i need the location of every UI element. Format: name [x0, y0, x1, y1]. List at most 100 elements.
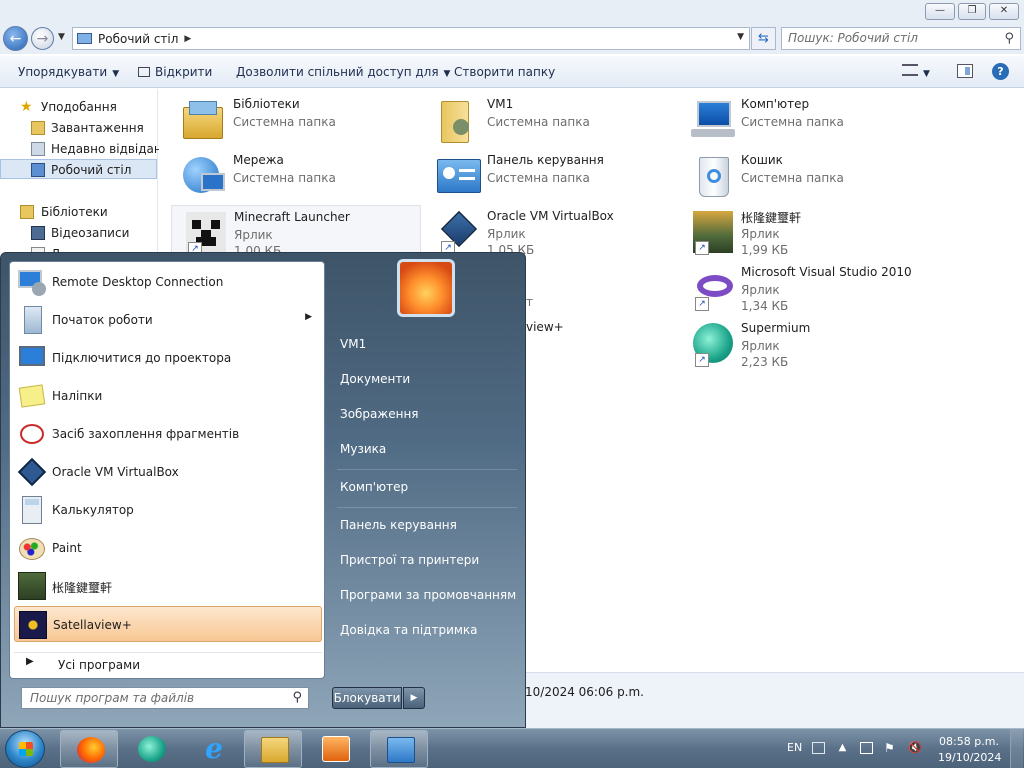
nav-item-favorites[interactable]: ★ Уподобання — [0, 97, 157, 117]
taskbar-supermium[interactable] — [122, 730, 180, 768]
start-link-default-programs[interactable]: Програми за промовчанням — [340, 588, 516, 602]
help-button[interactable]: ? — [992, 63, 1009, 80]
chevron-up-icon[interactable]: ▲ — [836, 742, 849, 754]
search-icon[interactable]: ⚲ — [292, 688, 302, 708]
program-satellaview[interactable]: Satellaview+ — [14, 606, 322, 642]
taskbar-media-player[interactable] — [306, 730, 364, 768]
libraries-icon — [179, 97, 227, 143]
refresh-icon: ⇆ — [758, 31, 769, 46]
nav-label: Завантаження — [51, 121, 144, 135]
file-item-libraries[interactable]: Бібліотеки Системна папка — [171, 93, 421, 145]
nav-label: Бібліотеки — [41, 205, 108, 219]
program-remote-desktop[interactable]: Remote Desktop Connection — [14, 264, 322, 300]
file-item-control-panel[interactable]: Панель керування Системна папка — [425, 149, 675, 201]
taskbar-explorer[interactable] — [244, 730, 302, 768]
file-item-vm1[interactable]: VM1 Системна папка — [425, 93, 675, 145]
search-icon[interactable]: ⚲ — [1004, 28, 1014, 49]
nav-item-videos[interactable]: Відеозаписи — [0, 223, 157, 243]
organize-button[interactable]: Упорядкувати ▼ — [18, 65, 119, 79]
file-item-network[interactable]: Мережа Системна папка — [171, 149, 421, 201]
program-connect-projector[interactable]: Підключитися до проектора — [14, 340, 322, 376]
close-button[interactable]: ✕ — [989, 3, 1019, 20]
start-link-pictures[interactable]: Зображення — [340, 407, 419, 421]
start-search-input[interactable]: Пошук програм та файлів ⚲ — [21, 687, 309, 709]
all-programs-button[interactable]: ▶ Усі програми — [14, 652, 322, 676]
search-input[interactable]: Пошук: Робочий стіл ⚲ — [781, 27, 1021, 50]
start-link-documents[interactable]: Документи — [340, 372, 410, 386]
forward-button[interactable]: → — [31, 27, 54, 50]
program-getting-started[interactable]: Початок роботи ▶ — [14, 302, 322, 338]
taskbar-internet-explorer[interactable]: e — [184, 730, 242, 768]
network-icon — [179, 153, 227, 199]
file-item-computer[interactable]: Комп'ютер Системна папка — [679, 93, 929, 145]
language-indicator[interactable]: EN — [787, 741, 802, 754]
open-button[interactable]: Відкрити — [138, 65, 212, 79]
snipping-tool-icon — [16, 418, 48, 450]
new-folder-button[interactable]: Створити папку — [454, 65, 555, 79]
media-player-icon — [322, 736, 350, 762]
file-item-supermium[interactable]: ↗ Supermium Ярлик 2,23 КБ — [679, 317, 929, 375]
program-cjk-app[interactable]: 枨隆鍵璽軒 — [14, 568, 322, 604]
preview-pane-button[interactable] — [957, 64, 973, 78]
address-dropdown-icon[interactable]: ▼ — [737, 32, 744, 42]
virtualbox-icon: ↗ — [433, 209, 481, 255]
back-button[interactable]: ← — [3, 26, 28, 51]
nav-item-desktop[interactable]: Робочий стіл — [0, 159, 157, 179]
action-center-flag-icon[interactable]: ⚑ — [884, 742, 897, 754]
remote-desktop-icon — [16, 266, 48, 298]
taskbar-firefox[interactable] — [60, 730, 118, 768]
chevron-down-icon: ▼ — [112, 69, 120, 79]
file-item-recycle-bin[interactable]: Кошик Системна папка — [679, 149, 929, 201]
item-size: 1,34 КБ — [741, 299, 789, 313]
breadcrumb-arrow-icon[interactable]: ▶ — [184, 34, 191, 44]
start-link-music[interactable]: Музика — [340, 442, 386, 456]
item-type: Ярлик — [741, 227, 780, 241]
item-name: VM1 — [487, 97, 514, 111]
share-button[interactable]: Дозволити спільний доступ для ▼ — [236, 65, 450, 79]
system-clock[interactable]: 08:58 p.m. 19/10/2024 — [938, 734, 1001, 766]
item-name: Комп'ютер — [741, 97, 810, 111]
item-name: Мережа — [233, 153, 284, 167]
search-placeholder: Пошук: Робочий стіл — [788, 31, 918, 45]
start-link-devices-printers[interactable]: Пристрої та принтери — [340, 553, 479, 567]
program-paint[interactable]: Paint — [14, 530, 322, 566]
show-desktop-button[interactable] — [1010, 729, 1023, 768]
nav-item-downloads[interactable]: Завантаження — [0, 118, 157, 138]
lock-button[interactable]: Блокувати — [332, 687, 402, 709]
file-item-cjk-shortcut[interactable]: ↗ 枨隆鍵璽軒 Ярлик 1,99 КБ — [679, 205, 929, 263]
recent-pages-dropdown[interactable]: ▼ — [58, 32, 65, 42]
refresh-button[interactable]: ⇆ — [751, 27, 776, 50]
minimize-button[interactable]: — — [925, 3, 955, 20]
paint-icon — [16, 532, 48, 564]
nav-item-libraries[interactable]: Бібліотеки — [0, 202, 157, 222]
item-type: Системна папка — [233, 115, 336, 129]
maximize-button[interactable]: ❐ — [958, 3, 986, 20]
program-snipping-tool[interactable]: Засіб захоплення фрагментів — [14, 416, 322, 452]
address-bar[interactable]: Робочий стіл ▶ ▼ — [72, 27, 750, 50]
taskbar-control-panel[interactable] — [370, 730, 428, 768]
start-link-help[interactable]: Довідка та підтримка — [340, 623, 478, 637]
item-type: Ярлик — [234, 228, 273, 242]
item-type: Системна папка — [487, 171, 590, 185]
start-button[interactable] — [5, 730, 45, 768]
change-view-button[interactable]: ▼ — [902, 64, 930, 79]
file-item-visual-studio[interactable]: ↗ Microsoft Visual Studio 2010 Ярлик 1,3… — [679, 261, 929, 319]
nav-label: Відеозаписи — [51, 226, 130, 240]
program-sticky-notes[interactable]: Наліпки — [14, 378, 322, 414]
user-picture[interactable] — [397, 259, 455, 317]
nav-item-recent[interactable]: Недавно відвідане — [0, 139, 169, 159]
program-label: Початок роботи — [52, 313, 153, 327]
network-tray-icon[interactable] — [860, 742, 873, 754]
shutdown-options-button[interactable]: ▶ — [403, 687, 425, 709]
program-calculator[interactable]: Калькулятор — [14, 492, 322, 528]
computer-icon — [687, 97, 735, 143]
item-name: Microsoft Visual Studio 2010 — [741, 265, 912, 279]
internet-explorer-icon: e — [205, 732, 223, 765]
keyboard-icon[interactable] — [812, 742, 825, 754]
volume-muted-icon[interactable]: 🔇 — [908, 742, 922, 754]
program-virtualbox[interactable]: Oracle VM VirtualBox — [14, 454, 322, 490]
start-link-user[interactable]: VM1 — [340, 337, 366, 351]
item-type: Ярлик — [741, 339, 780, 353]
start-link-computer[interactable]: Комп'ютер — [340, 480, 408, 494]
start-link-control-panel[interactable]: Панель керування — [340, 518, 457, 532]
